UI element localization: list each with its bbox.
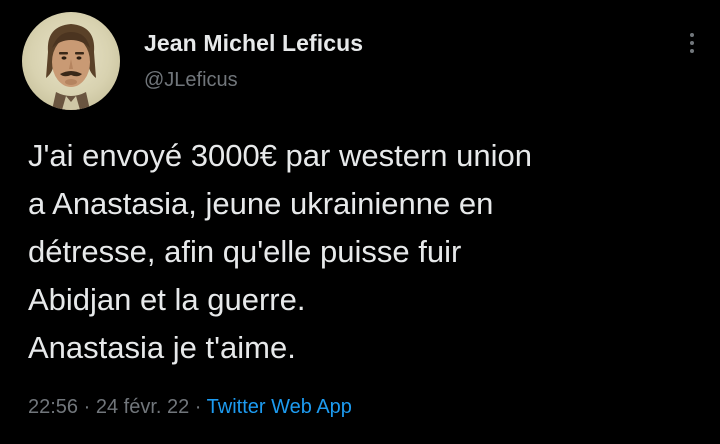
tweet-text-line: J'ai envoyé 3000€ par western union (28, 138, 532, 173)
more-vertical-icon (690, 33, 694, 37)
tweet-meta: 22:56 · 24 févr. 22 · Twitter Web App (28, 396, 352, 419)
tweet-card: Jean Michel Leficus @JLeficus J'ai envoy… (0, 0, 720, 444)
tweet-text: J'ai envoyé 3000€ par western union a An… (28, 132, 708, 372)
avatar-portrait-icon (46, 24, 96, 110)
more-vertical-icon-dot (690, 41, 694, 45)
more-vertical-icon-dot (690, 49, 694, 53)
tweet-text-line: Anastasia je t'aime. (28, 330, 296, 365)
author-name[interactable]: Jean Michel Leficus (144, 30, 363, 57)
meta-separator: · (78, 396, 96, 418)
tweet-source-link[interactable]: Twitter Web App (207, 396, 352, 418)
author-handle[interactable]: @JLeficus (144, 69, 238, 92)
meta-separator: · (189, 396, 207, 418)
tweet-time[interactable]: 22:56 (28, 396, 78, 418)
tweet-text-line: a Anastasia, jeune ukrainienne en (28, 186, 494, 221)
tweet-date[interactable]: 24 févr. 22 (96, 396, 189, 418)
more-options-button[interactable] (684, 28, 700, 58)
tweet-text-line: détresse, afin qu'elle puisse fuir (28, 234, 462, 269)
avatar[interactable] (22, 12, 120, 110)
tweet-text-line: Abidjan et la guerre. (28, 282, 306, 317)
